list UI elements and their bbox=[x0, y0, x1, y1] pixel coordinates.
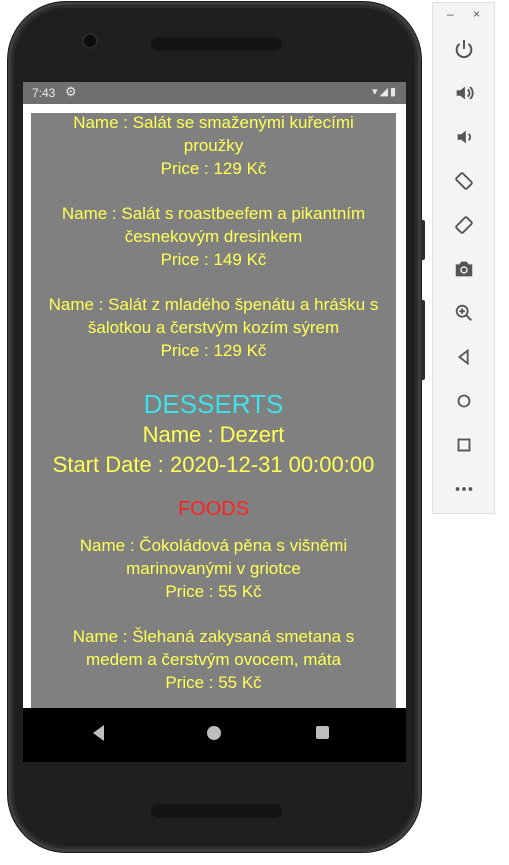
signal-icon: ◢ bbox=[379, 86, 390, 98]
status-icons: ▾◢▮ bbox=[372, 85, 398, 98]
close-button[interactable]: × bbox=[473, 7, 480, 21]
list-item: Name : Šlehaná zakysaná smetana s medem … bbox=[31, 625, 396, 694]
item-price: Price : 149 Kč bbox=[160, 250, 267, 269]
item-name: Name : Šlehaná zakysaná smetana s medem … bbox=[72, 627, 355, 669]
power-icon[interactable] bbox=[449, 34, 479, 64]
device-screen: 7:43 ⚙ ▾◢▮ Name : Salát se smaženými kuř… bbox=[23, 82, 406, 762]
volume-side-button[interactable] bbox=[421, 300, 425, 380]
item-price: Price : 129 Kč bbox=[160, 159, 267, 178]
category-name: Name : Dezert bbox=[142, 422, 285, 447]
zoom-icon[interactable] bbox=[449, 298, 479, 328]
item-name: Name : Salát s roastbeefem a pikantním č… bbox=[61, 204, 366, 246]
emulator-toolbar: – × bbox=[432, 2, 495, 514]
home-icon[interactable] bbox=[207, 726, 221, 740]
list-item: Name : Čokoládová pěna s višněmi marinov… bbox=[31, 534, 396, 603]
camera-icon[interactable] bbox=[449, 254, 479, 284]
status-bar: 7:43 ⚙ ▾◢▮ bbox=[23, 82, 406, 104]
category-start-date: Start Date : 2020-12-31 00:00:00 bbox=[52, 452, 375, 477]
power-side-button[interactable] bbox=[421, 220, 425, 260]
back-icon[interactable] bbox=[449, 342, 479, 372]
more-icon[interactable] bbox=[449, 474, 479, 504]
battery-icon: ▮ bbox=[389, 86, 398, 98]
menu-list: Name : Salát se smaženými kuřecími prouž… bbox=[31, 113, 396, 694]
rotate-right-icon[interactable] bbox=[449, 210, 479, 240]
bottom-speaker bbox=[151, 804, 282, 818]
rotate-left-icon[interactable] bbox=[449, 166, 479, 196]
minimize-button[interactable]: – bbox=[447, 7, 454, 21]
volume-down-icon[interactable] bbox=[449, 122, 479, 152]
list-item: Name : Salát se smaženými kuřecími prouž… bbox=[31, 113, 396, 180]
item-name: Name : Salát z mladého špenátu a hrášku … bbox=[48, 295, 379, 337]
top-speaker bbox=[151, 37, 282, 51]
overview-icon[interactable] bbox=[449, 430, 479, 460]
navigation-bar bbox=[23, 708, 406, 762]
item-price: Price : 55 Kč bbox=[165, 582, 262, 601]
home-icon[interactable] bbox=[449, 386, 479, 416]
item-price: Price : 129 Kč bbox=[160, 341, 267, 360]
overview-icon[interactable] bbox=[316, 726, 329, 739]
back-icon[interactable] bbox=[93, 725, 104, 741]
foods-label: FOODS bbox=[177, 498, 250, 520]
item-name: Name : Čokoládová pěna s višněmi marinov… bbox=[79, 536, 348, 578]
item-name: Name : Salát se smaženými kuřecími prouž… bbox=[73, 113, 354, 155]
settings-gear-icon: ⚙ bbox=[65, 84, 77, 99]
menu-scroll-view[interactable]: Name : Salát se smaženými kuřecími prouž… bbox=[31, 113, 396, 708]
list-item: Name : Salát z mladého špenátu a hrášku … bbox=[31, 293, 396, 362]
front-camera bbox=[84, 35, 96, 47]
list-item: Name : Salát s roastbeefem a pikantním č… bbox=[31, 202, 396, 271]
item-price: Price : 55 Kč bbox=[165, 673, 262, 692]
volume-up-icon[interactable] bbox=[449, 78, 479, 108]
section-title-desserts: DESSERTS bbox=[143, 389, 284, 419]
status-time: 7:43 bbox=[32, 86, 56, 100]
